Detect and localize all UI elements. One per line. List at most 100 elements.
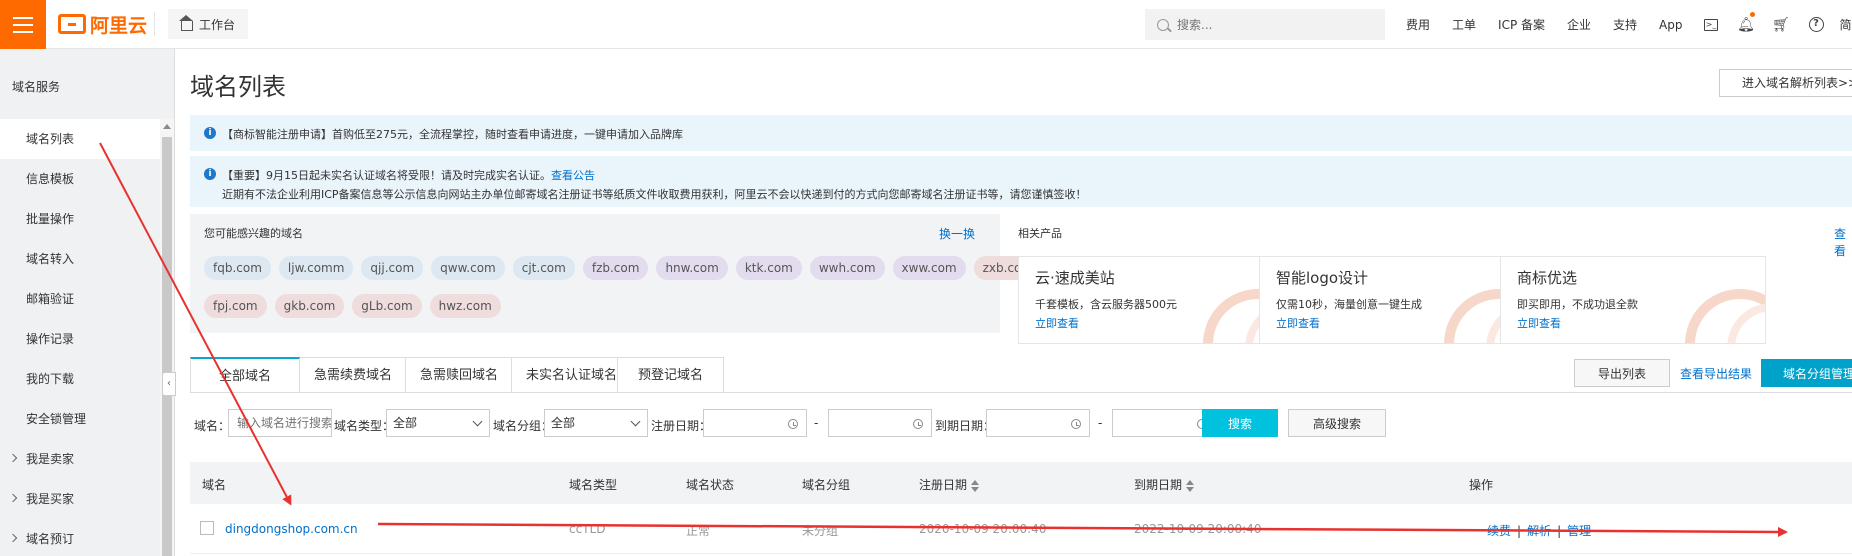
domain-chip[interactable]: hnw.com	[656, 256, 728, 280]
row-operations: 续费 | 解析 | 管理	[1487, 524, 1592, 538]
reg-date-end[interactable]	[828, 409, 932, 437]
tab-1[interactable]: 急需续费域名	[300, 357, 406, 393]
col-exp-date[interactable]: 到期日期	[1134, 476, 1195, 493]
nav-tickets[interactable]: 工单	[1441, 16, 1487, 33]
domain-chip[interactable]: ljw.comm	[278, 256, 354, 280]
sidebar-item[interactable]: 域名转入	[0, 239, 160, 279]
scroll-up-icon[interactable]	[163, 124, 171, 129]
domain-group-manage-button[interactable]: 域名分组管理	[1761, 359, 1852, 387]
nav-fees[interactable]: 费用	[1395, 16, 1441, 33]
advanced-search-button[interactable]: 高级搜索	[1288, 409, 1386, 437]
nav-support[interactable]: 支持	[1602, 16, 1648, 33]
sidebar-item[interactable]: 域名预订	[0, 519, 160, 556]
domain-chip[interactable]: fqb.com	[204, 256, 271, 280]
sidebar-item[interactable]: 我的下载	[0, 359, 160, 399]
related-products-title: 相关产品	[1018, 227, 1062, 240]
domain-link[interactable]: dingdongshop.com.cn	[225, 522, 358, 536]
brand-name: 阿里云	[90, 14, 148, 37]
workbench-button[interactable]: 工作台	[168, 9, 248, 39]
resolve-link[interactable]: 解析	[1527, 524, 1551, 538]
renew-link[interactable]: 续费	[1487, 524, 1511, 538]
domain-chip[interactable]: qjj.com	[361, 256, 424, 280]
nav-icp[interactable]: ICP 备案	[1487, 16, 1556, 33]
page-title: 域名列表	[190, 73, 286, 101]
domain-chip[interactable]: qww.com	[431, 256, 505, 280]
terminal-icon[interactable]: >_	[1694, 0, 1729, 49]
sort-icon[interactable]	[1186, 479, 1195, 492]
search-input[interactable]	[1177, 17, 1367, 32]
search-button[interactable]: 搜索	[1202, 409, 1278, 437]
sidebar-item[interactable]: 批量操作	[0, 199, 160, 239]
tab-2[interactable]: 急需赎回域名	[406, 357, 512, 393]
menu-icon[interactable]	[0, 0, 46, 49]
export-list-button[interactable]: 导出列表	[1574, 359, 1670, 387]
view-announcement-link[interactable]: 查看公告	[551, 169, 595, 182]
product-desc: 即买即用，不成功退全款	[1517, 298, 1638, 311]
domain-chip[interactable]: hwz.com	[429, 294, 501, 318]
exp-date-end[interactable]	[1112, 409, 1216, 437]
sidebar-item[interactable]: 操作记录	[0, 319, 160, 359]
manage-link[interactable]: 管理	[1567, 524, 1591, 538]
collapse-sidebar-icon[interactable]: ‹	[162, 372, 176, 396]
notice-trademark: i 【商标智能注册申请】首购低至275元，全流程掌控，随时查看申请进度，一键申请…	[190, 115, 1852, 151]
nav-app[interactable]: App	[1648, 18, 1693, 32]
sort-icon[interactable]	[971, 479, 980, 492]
domain-filter-label: 域名：	[194, 419, 231, 433]
domain-chip[interactable]: fzb.com	[582, 256, 649, 280]
sidebar-item[interactable]: 安全锁管理	[0, 399, 160, 439]
top-bar: 阿里云 工作台 费用 工单 ICP 备案 企业 支持 App >_ 🔔︎ 🛒︎ …	[0, 0, 1852, 49]
domain-chip[interactable]: gLb.com	[352, 294, 422, 318]
exp-date-start[interactable]	[986, 409, 1090, 437]
notice-trademark-text[interactable]: 【商标智能注册申请】首购低至275元，全流程掌控，随时查看申请进度，一键申请加入…	[222, 126, 683, 142]
tab-0[interactable]: 全部域名	[190, 357, 300, 393]
domain-chip[interactable]: xww.com	[892, 256, 966, 280]
chip-row: fqb.com ljw.comm qjj.com qww.com cjt.com fzb.…	[204, 256, 1043, 280]
col-type: 域名类型	[569, 478, 618, 492]
info-icon: i	[204, 168, 216, 180]
domain-chip[interactable]: ktk.com	[735, 256, 802, 280]
cart-icon[interactable]: 🛒︎	[1764, 0, 1799, 49]
sidebar-item[interactable]: 我是卖家	[0, 439, 160, 479]
related-more-link[interactable]: 查看	[1834, 225, 1852, 259]
type-select[interactable]: 全部	[386, 409, 490, 437]
domain-chip[interactable]: cjt.com	[512, 256, 575, 280]
tab-3[interactable]: 未实名认证域名	[512, 357, 618, 393]
nav-enterprise[interactable]: 企业	[1556, 16, 1602, 33]
domain-chip[interactable]: gkb.com	[274, 294, 345, 318]
tab-4[interactable]: 预登记域名	[618, 357, 724, 393]
bell-icon[interactable]: 🔔︎	[1729, 0, 1764, 49]
sidebar-item[interactable]: 邮箱验证	[0, 279, 160, 319]
domain-tabs: 全部域名 急需续费域名 急需赎回域名 未实名认证域名 预登记域名	[190, 357, 724, 393]
dns-list-button[interactable]: 进入域名解析列表>>	[1719, 69, 1852, 97]
product-view-link[interactable]: 立即查看	[1517, 315, 1561, 331]
product-card[interactable]: 智能logo设计 仅需10秒，海量创意一键生成 立即查看	[1259, 256, 1525, 344]
swap-link[interactable]: 换一换	[939, 225, 975, 242]
divider	[154, 12, 155, 36]
notice-important: i 【重要】9月15日起未实名认证域名将受限！请及时完成实名认证。查看公告 近期…	[190, 156, 1852, 207]
group-select[interactable]: 全部	[544, 409, 648, 437]
help-icon[interactable]: ?	[1799, 0, 1834, 49]
date-dash: -	[814, 416, 819, 430]
product-card[interactable]: 云·速成美站 千套模板，含云服务器500元 立即查看	[1018, 256, 1284, 344]
reg-date-start[interactable]	[703, 409, 807, 437]
product-view-link[interactable]: 立即查看	[1035, 315, 1079, 331]
col-reg-date[interactable]: 注册日期	[919, 476, 980, 493]
view-export-result-link[interactable]: 查看导出结果	[1680, 365, 1752, 382]
sidebar-item[interactable]: 我是买家	[0, 479, 160, 519]
col-ops: 操作	[1469, 478, 1494, 492]
global-search[interactable]	[1145, 9, 1385, 40]
sidebar-item[interactable]: 域名列表	[0, 119, 160, 159]
sidebar-item[interactable]: 信息模板	[0, 159, 160, 199]
col-reg-date-label: 注册日期	[919, 478, 968, 492]
domain-chip[interactable]: wwh.com	[809, 256, 885, 280]
domain-search-input[interactable]	[228, 409, 332, 437]
language-switch[interactable]: 简体	[1834, 16, 1852, 33]
product-card[interactable]: 商标优选 即买即用，不成功退全款 立即查看	[1500, 256, 1766, 344]
sidebar-scrollbar[interactable]	[160, 119, 174, 556]
brand-logo[interactable]: 阿里云	[58, 11, 147, 37]
scrollbar-thumb[interactable]	[162, 137, 172, 556]
chip-row: fpj.com gkb.com gLb.com hwz.com	[204, 294, 501, 318]
product-view-link[interactable]: 立即查看	[1276, 315, 1320, 331]
domain-chip[interactable]: fpj.com	[204, 294, 267, 318]
row-checkbox[interactable]	[200, 521, 214, 535]
